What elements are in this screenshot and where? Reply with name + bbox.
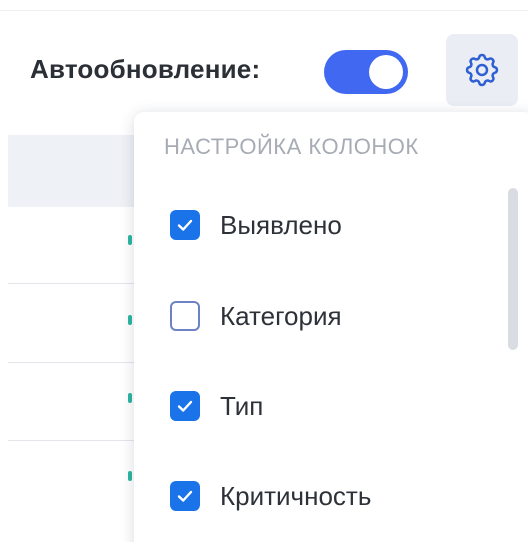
column-settings-button[interactable] <box>446 34 518 106</box>
table-cell-status <box>128 393 132 403</box>
autoupdate-label: Автообновление: <box>30 54 261 84</box>
column-option-type[interactable]: Тип <box>170 384 263 428</box>
checkbox-checked[interactable] <box>170 481 200 511</box>
checkbox-unchecked[interactable] <box>170 301 200 331</box>
results-table: с <box>0 135 158 542</box>
column-option-detected[interactable]: Выявлено <box>170 203 342 247</box>
top-divider <box>0 10 528 11</box>
table-cell-status <box>128 235 132 245</box>
column-option-label: Критичность <box>220 480 372 511</box>
table-cell-status <box>128 315 132 325</box>
toggle-knob <box>369 55 403 89</box>
column-option-label: Выявлено <box>220 209 342 240</box>
page: Автообновление: с НАСТРОЙКА КОЛОНОК <box>0 0 528 542</box>
column-settings-title: НАСТРОЙКА КОЛОНОК <box>164 134 419 159</box>
table-cell-status <box>128 471 132 481</box>
check-icon <box>177 219 193 231</box>
column-option-severity[interactable]: Критичность <box>170 474 371 518</box>
autoupdate-toggle[interactable] <box>324 50 408 94</box>
column-option-label: Тип <box>220 390 264 421</box>
gear-icon <box>462 50 502 90</box>
dropdown-scrollbar[interactable] <box>508 188 518 350</box>
check-icon <box>177 400 193 412</box>
column-option-label: Категория <box>220 300 342 331</box>
checkbox-checked[interactable] <box>170 391 200 421</box>
checkbox-checked[interactable] <box>170 210 200 240</box>
column-option-category[interactable]: Категория <box>170 294 342 338</box>
check-icon <box>177 490 193 502</box>
column-settings-dropdown: НАСТРОЙКА КОЛОНОК Выявлено Категория Тип… <box>134 112 528 542</box>
